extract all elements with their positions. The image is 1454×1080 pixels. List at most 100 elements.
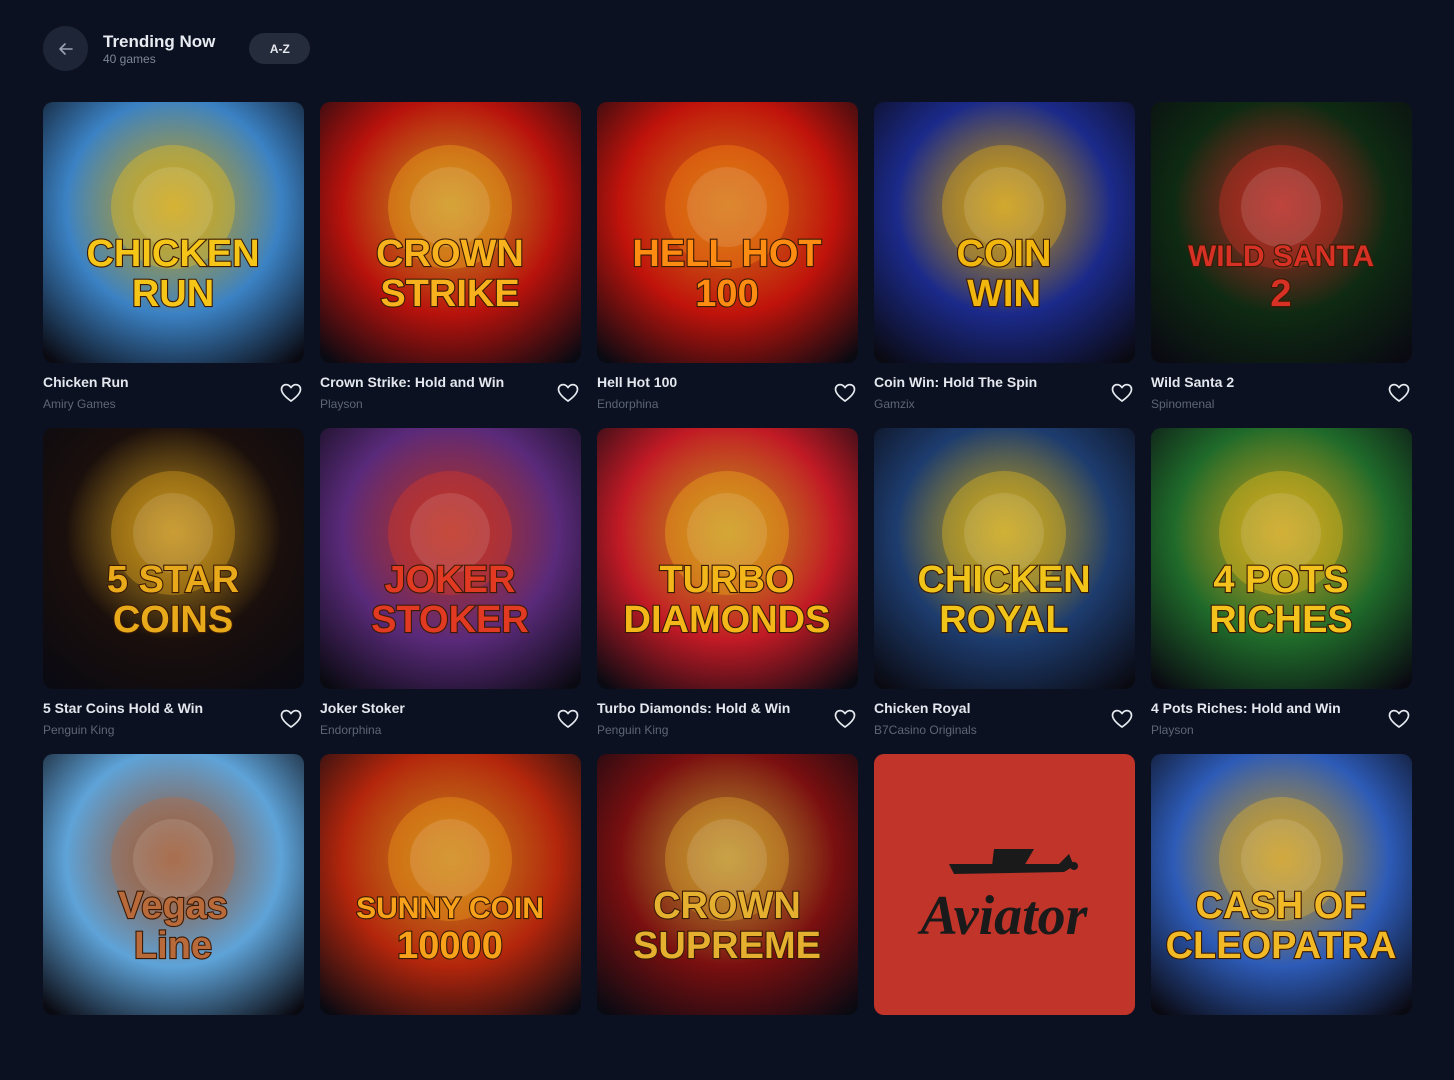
game-card: JOKER STOKER Joker Stoker Endorphina: [320, 428, 581, 754]
svg-text:WIN: WIN: [967, 273, 1041, 315]
game-thumbnail[interactable]: SUNNY COIN 10000: [320, 754, 581, 1015]
game-provider: B7Casino Originals: [874, 723, 977, 737]
svg-text:4 POTS: 4 POTS: [1213, 559, 1348, 601]
svg-text:CHICKEN: CHICKEN: [917, 559, 1090, 601]
svg-text:COINS: COINS: [113, 599, 233, 641]
game-thumbnail[interactable]: CHICKEN ROYAL: [874, 428, 1135, 689]
back-button[interactable]: [43, 26, 88, 71]
game-thumbnail[interactable]: CASH OF CLEOPATRA: [1151, 754, 1412, 1015]
game-thumbnail[interactable]: Aviator: [874, 754, 1135, 1015]
page-title: Trending Now: [103, 31, 216, 51]
svg-text:Aviator: Aviator: [918, 885, 1089, 947]
game-card: Vegas Line: [43, 754, 304, 1080]
svg-text:STRIKE: STRIKE: [380, 273, 519, 315]
title-block: Trending Now 40 games: [103, 32, 215, 66]
game-provider: Amiry Games: [43, 397, 116, 411]
game-card: CROWN SUPREME: [597, 754, 858, 1080]
svg-text:5 STAR: 5 STAR: [107, 559, 239, 601]
svg-text:JOKER: JOKER: [385, 559, 516, 601]
game-provider: Endorphina: [320, 723, 382, 737]
svg-text:100: 100: [695, 273, 758, 315]
game-meta: Wild Santa 2 Spinomenal: [1151, 372, 1412, 416]
heart-icon[interactable]: [280, 383, 302, 403]
svg-text:DIAMONDS: DIAMONDS: [624, 599, 831, 641]
game-thumbnail[interactable]: 5 STAR COINS: [43, 428, 304, 689]
sort-az-button[interactable]: A-Z: [249, 33, 311, 64]
svg-text:Line: Line: [134, 925, 212, 967]
svg-text:2: 2: [1270, 273, 1291, 315]
svg-text:CASH OF: CASH OF: [1196, 885, 1367, 927]
game-provider: Penguin King: [597, 723, 669, 737]
heart-icon[interactable]: [557, 709, 579, 729]
game-card: CHICKEN ROYAL Chicken Royal B7Casino Origin…: [874, 428, 1135, 754]
svg-text:TURBO: TURBO: [659, 559, 794, 601]
heart-icon[interactable]: [1388, 709, 1410, 729]
svg-text:COIN: COIN: [957, 233, 1052, 275]
game-thumbnail[interactable]: HELL HOT 100: [597, 102, 858, 363]
svg-text:RICHES: RICHES: [1209, 599, 1353, 641]
game-thumbnail[interactable]: Vegas Line: [43, 754, 304, 1015]
game-meta: Chicken Run Amiry Games: [43, 372, 304, 416]
game-title[interactable]: Chicken Run: [43, 373, 304, 392]
svg-text:ROYAL: ROYAL: [939, 599, 1069, 641]
game-thumbnail[interactable]: 4 POTS RICHES: [1151, 428, 1412, 689]
game-card: COIN WIN Coin Win: Hold The Spin Gamzix: [874, 102, 1135, 428]
game-card: SUNNY COIN 10000: [320, 754, 581, 1080]
game-provider: Gamzix: [874, 397, 915, 411]
game-title[interactable]: Turbo Diamonds: Hold & Win: [597, 699, 858, 718]
game-card: Aviator: [874, 754, 1135, 1080]
game-provider: Endorphina: [597, 397, 659, 411]
game-title[interactable]: 5 Star Coins Hold & Win: [43, 699, 304, 718]
svg-text:Vegas: Vegas: [118, 885, 228, 927]
game-title[interactable]: Wild Santa 2: [1151, 373, 1412, 392]
game-card: CHICKEN RUN Chicken Run Amiry Games: [43, 102, 304, 428]
svg-text:CROWN: CROWN: [653, 885, 801, 927]
game-title[interactable]: 4 Pots Riches: Hold and Win: [1151, 699, 1412, 718]
game-thumbnail[interactable]: WILD SANTA 2: [1151, 102, 1412, 363]
game-meta: 4 Pots Riches: Hold and Win Playson: [1151, 698, 1412, 742]
heart-icon[interactable]: [280, 709, 302, 729]
game-card: 5 STAR COINS 5 Star Coins Hold & Win Pengui…: [43, 428, 304, 754]
games-grid: CHICKEN RUN Chicken Run Amiry Games CROWN STR…: [43, 102, 1412, 1080]
page-header: Trending Now 40 games A-Z: [43, 26, 311, 71]
heart-icon[interactable]: [1388, 383, 1410, 403]
svg-text:SUNNY COIN: SUNNY COIN: [356, 892, 544, 925]
game-title[interactable]: Chicken Royal: [874, 699, 1135, 718]
game-card: CROWN STRIKE Crown Strike: Hold and Win Pla…: [320, 102, 581, 428]
arrow-left-icon: [58, 42, 73, 55]
game-card: 4 POTS RICHES 4 Pots Riches: Hold and Win P…: [1151, 428, 1412, 754]
svg-text:HELL HOT: HELL HOT: [632, 233, 821, 275]
heart-icon[interactable]: [1111, 709, 1133, 729]
heart-icon[interactable]: [557, 383, 579, 403]
game-card: HELL HOT 100 Hell Hot 100 Endorphina: [597, 102, 858, 428]
game-count: 40 games: [103, 51, 156, 66]
game-thumbnail[interactable]: CROWN STRIKE: [320, 102, 581, 363]
game-provider: Playson: [320, 397, 363, 411]
svg-text:CHICKEN: CHICKEN: [86, 233, 259, 275]
game-title[interactable]: Joker Stoker: [320, 699, 581, 718]
game-thumbnail[interactable]: CROWN SUPREME: [597, 754, 858, 1015]
game-thumbnail[interactable]: CHICKEN RUN: [43, 102, 304, 363]
game-meta: Coin Win: Hold The Spin Gamzix: [874, 372, 1135, 416]
svg-text:WILD SANTA: WILD SANTA: [1188, 240, 1374, 273]
game-card: TURBO DIAMONDS Turbo Diamonds: Hold & Win P…: [597, 428, 858, 754]
heart-icon[interactable]: [1111, 383, 1133, 403]
game-title[interactable]: Crown Strike: Hold and Win: [320, 373, 581, 392]
game-meta: Turbo Diamonds: Hold & Win Penguin King: [597, 698, 858, 742]
svg-text:SUPREME: SUPREME: [633, 925, 821, 967]
game-meta: Chicken Royal B7Casino Originals: [874, 698, 1135, 742]
game-meta: Joker Stoker Endorphina: [320, 698, 581, 742]
game-thumbnail[interactable]: COIN WIN: [874, 102, 1135, 363]
svg-text:STOKER: STOKER: [371, 599, 529, 641]
svg-text:CROWN: CROWN: [376, 233, 524, 275]
heart-icon[interactable]: [834, 383, 856, 403]
game-thumbnail[interactable]: TURBO DIAMONDS: [597, 428, 858, 689]
svg-text:10000: 10000: [397, 925, 503, 967]
game-title[interactable]: Coin Win: Hold The Spin: [874, 373, 1135, 392]
game-provider: Penguin King: [43, 723, 115, 737]
game-card: WILD SANTA 2 Wild Santa 2 Spinomenal: [1151, 102, 1412, 428]
game-meta: Hell Hot 100 Endorphina: [597, 372, 858, 416]
game-title[interactable]: Hell Hot 100: [597, 373, 858, 392]
game-thumbnail[interactable]: JOKER STOKER: [320, 428, 581, 689]
heart-icon[interactable]: [834, 709, 856, 729]
